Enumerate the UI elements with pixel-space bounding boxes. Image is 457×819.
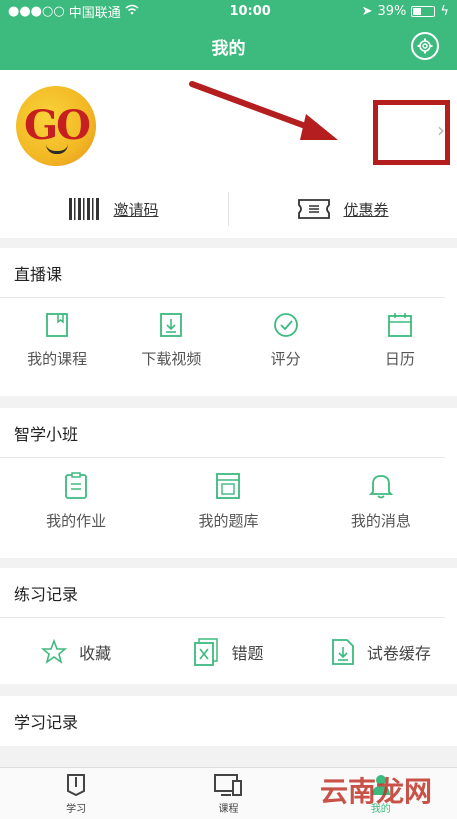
wifi-icon [125,4,139,19]
profile-card: GO › 邀请码 优惠券 [0,70,457,238]
item-label: 日历 [384,350,415,368]
paper-cache-button[interactable]: 试卷缓存 [305,638,457,666]
coupon-label: 优惠券 [343,200,389,219]
location-arrow-icon: ➤ [361,3,373,19]
calendar-button[interactable]: 日历 [343,312,457,369]
item-label: 我的消息 [350,512,411,530]
study-icon [67,773,86,796]
coupon-button[interactable]: 优惠券 [229,198,457,220]
status-bar: ●●●○○ 中国联通 10:00 ➤ 39% ϟ [0,0,457,22]
favorites-button[interactable]: 收藏 [0,639,152,665]
bell-icon [368,475,393,499]
wrong-questions-button[interactable]: 错题 [152,638,304,666]
paper-cache-icon [331,639,354,665]
avatar[interactable]: GO [16,86,96,166]
clipboard-icon [65,472,88,499]
battery-percent: 39% [377,3,407,19]
item-label: 下载视频 [141,350,202,368]
my-homework-button[interactable]: 我的作业 [0,472,152,531]
check-circle-icon [273,313,298,337]
star-icon [41,639,68,664]
invite-coupon-row: 邀请码 优惠券 [0,182,457,236]
barcode-icon [69,198,100,220]
live-course-section: 直播课 我的课程 下载视频 评分 日历 [0,248,457,396]
smart-class-section: 智学小班 我的作业 我的题库 我的消息 [0,408,457,558]
ticket-icon [298,199,331,219]
avatar-smile [46,144,68,154]
item-label: 我的题库 [198,512,259,530]
carrier-label: 中国联通 [68,5,121,21]
section-title: 智学小班 [0,408,445,458]
item-label: 收藏 [79,644,112,663]
course-icon [214,773,243,796]
item-label: 试卷缓存 [366,644,431,663]
signal-dots-icon: ●●●○○ [8,3,65,19]
download-icon [160,313,183,337]
wrong-question-icon [194,638,219,666]
settings-button[interactable] [411,32,439,60]
item-label: 我的课程 [27,350,88,368]
item-label: 错题 [231,644,264,663]
profile-chevron-right-icon[interactable]: › [437,118,445,142]
my-messages-button[interactable]: 我的消息 [305,472,457,531]
gear-icon [417,38,433,54]
avatar-logo: GO [24,102,91,149]
practice-record-section: 练习记录 收藏 错题 试卷缓存 [0,568,457,684]
tab-label: 课程 [218,803,239,815]
invite-code-button[interactable]: 邀请码 [0,198,228,220]
clock: 10:00 [229,3,271,19]
book-icon [46,313,69,337]
annotation-arrow [189,81,338,140]
section-title: 学习记录 [14,713,79,732]
rating-button[interactable]: 评分 [229,312,343,369]
calendar-icon [387,313,412,337]
charging-icon: ϟ [440,3,449,19]
study-record-section[interactable]: 学习记录 [0,696,457,746]
nav-bar: 我的 [0,22,457,70]
tab-study[interactable]: 学习 [0,768,152,819]
watermark: 云南龙网 [320,775,433,808]
section-title: 直播课 [0,248,445,298]
battery-icon [411,5,436,17]
question-bank-icon [216,473,241,499]
tab-course[interactable]: 课程 [152,768,304,819]
page-title: 我的 [211,38,246,59]
my-courses-button[interactable]: 我的课程 [0,312,114,369]
item-label: 评分 [270,350,301,368]
tab-label: 学习 [66,803,87,815]
invite-code-label: 邀请码 [113,200,159,219]
download-video-button[interactable]: 下载视频 [114,312,228,369]
item-label: 我的作业 [46,512,107,530]
my-question-bank-button[interactable]: 我的题库 [152,472,304,531]
section-title: 练习记录 [0,568,445,618]
